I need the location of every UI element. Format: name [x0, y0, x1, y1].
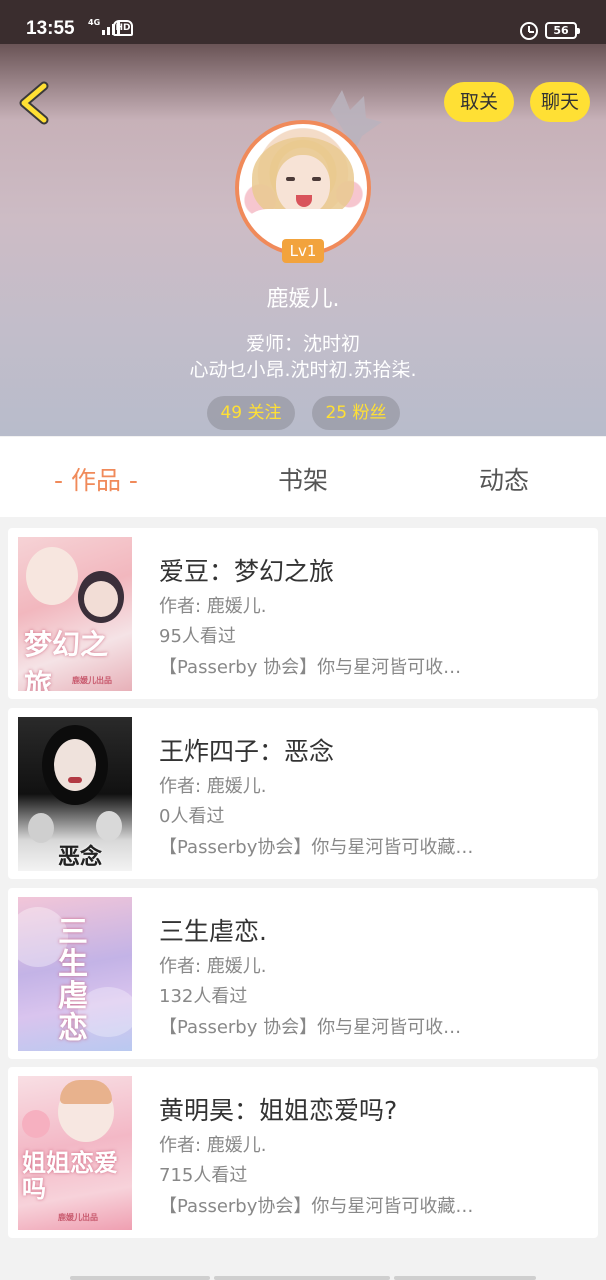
- alarm-icon: [520, 22, 538, 40]
- bio-line-1: 爱师：沈时初: [245, 333, 360, 355]
- bio-line-2: 心动乜小昂.沈时初.苏拾柒.: [189, 359, 417, 381]
- book-cover: 梦幻之旅 鹿媛儿出品: [18, 537, 132, 691]
- username: 鹿媛儿.: [266, 287, 340, 312]
- tab-activity[interactable]: 动态: [479, 461, 529, 497]
- book-title: 爱豆：梦幻之旅: [159, 557, 335, 586]
- book-tag: 【Passerby 协会】你与星河皆可收…: [159, 657, 462, 678]
- tab-bookshelf[interactable]: 书架: [278, 461, 328, 497]
- status-bar: 13:55 4G HD 56: [0, 0, 606, 44]
- book-item[interactable]: 姐姐恋爱吗 鹿媛儿出品 黄明昊：姐姐恋爱吗? 作者: 鹿媛儿. 715人看过 【…: [8, 1067, 598, 1238]
- book-views: 132人看过: [159, 986, 248, 1007]
- book-author: 作者: 鹿媛儿.: [159, 956, 267, 977]
- nav-indicator: [394, 1276, 536, 1280]
- avatar[interactable]: [235, 120, 371, 256]
- battery-icon: 56: [545, 22, 580, 39]
- hd-icon: HD: [113, 20, 133, 36]
- fans-count-button[interactable]: 25 粉丝: [312, 396, 400, 430]
- back-button[interactable]: [14, 80, 58, 126]
- status-time: 13:55: [26, 18, 75, 39]
- book-title: 黄明昊：姐姐恋爱吗?: [159, 1096, 398, 1125]
- following-count-button[interactable]: 49 关注: [207, 396, 295, 430]
- chat-button[interactable]: 聊天: [530, 82, 590, 122]
- book-title: 三生虐恋.: [159, 917, 267, 946]
- nav-indicator: [70, 1276, 210, 1280]
- book-item[interactable]: 三生虐恋 三生虐恋. 作者: 鹿媛儿. 132人看过 【Passerby 协会】…: [8, 888, 598, 1059]
- profile-tabs: - 作品 - 书架 动态: [0, 437, 606, 517]
- tab-works[interactable]: - 作品 -: [54, 461, 138, 497]
- book-author: 作者: 鹿媛儿.: [159, 776, 267, 797]
- book-cover: 恶念: [18, 717, 132, 871]
- unfollow-button[interactable]: 取关: [444, 82, 514, 122]
- book-title: 王炸四子：恶念: [159, 737, 335, 766]
- book-views: 715人看过: [159, 1165, 248, 1186]
- book-cover: 三生虐恋: [18, 897, 132, 1051]
- book-cover: 姐姐恋爱吗 鹿媛儿出品: [18, 1076, 132, 1230]
- level-badge: Lv1: [282, 239, 324, 263]
- book-item[interactable]: 恶念 王炸四子：恶念 作者: 鹿媛儿. 0人看过 【Passerby协会】你与星…: [8, 708, 598, 879]
- book-author: 作者: 鹿媛儿.: [159, 596, 267, 617]
- book-tag: 【Passerby 协会】你与星河皆可收…: [159, 1017, 462, 1038]
- network-type: 4G: [88, 18, 101, 27]
- chevron-left-icon: [19, 81, 49, 125]
- book-item[interactable]: 梦幻之旅 鹿媛儿出品 爱豆：梦幻之旅 作者: 鹿媛儿. 95人看过 【Passe…: [8, 528, 598, 699]
- book-tag: 【Passerby协会】你与星河皆可收藏…: [159, 1196, 474, 1217]
- book-author: 作者: 鹿媛儿.: [159, 1135, 267, 1156]
- nav-indicator: [214, 1276, 390, 1280]
- book-tag: 【Passerby协会】你与星河皆可收藏…: [159, 837, 474, 858]
- book-views: 95人看过: [159, 626, 236, 647]
- profile-header: 13:55 4G HD 56 取关 聊天 Lv1 鹿媛儿. 爱师：沈时初 心动乜…: [0, 0, 606, 436]
- book-views: 0人看过: [159, 806, 225, 827]
- avatar-image: [239, 124, 367, 252]
